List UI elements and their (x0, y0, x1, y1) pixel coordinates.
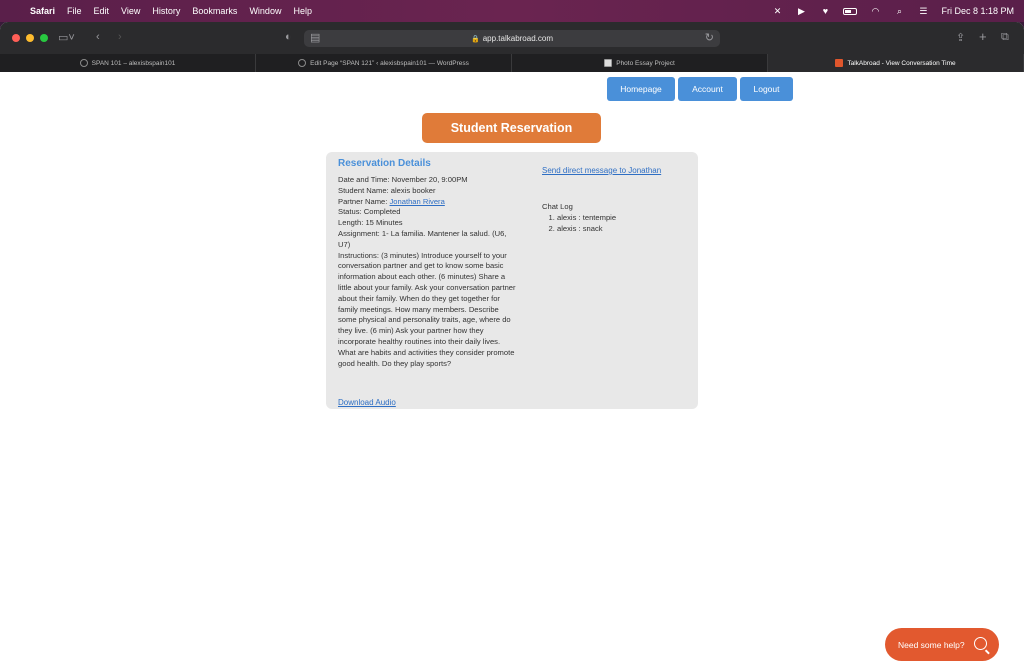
datetime-value: November 20, 9:00PM (391, 175, 468, 184)
download-audio-link[interactable]: Download Audio (338, 398, 396, 407)
heart-icon[interactable]: ♥ (819, 6, 831, 16)
back-arrow-icon[interactable]: ‹ (96, 31, 100, 43)
menu-window[interactable]: Window (249, 6, 289, 16)
tab-overview-icon[interactable]: ⧉ (1001, 31, 1009, 44)
tab-label: Photo Essay Project (616, 59, 675, 67)
reservation-details: Date and Time: November 20, 9:00PM Stude… (338, 175, 516, 369)
forward-arrow-icon[interactable]: › (118, 31, 122, 43)
chat-log-title: Chat Log (542, 202, 573, 211)
length-label: Length: (338, 218, 366, 228)
chat-log-entry: alexis : tentempie (557, 213, 616, 224)
instructions-value: (3 minutes) Introduce yourself to your c… (338, 250, 516, 368)
tab-label: SPAN 101 – alexisbspain101 (91, 59, 176, 67)
tab-span-101[interactable]: SPAN 101 – alexisbspain101 (0, 54, 256, 72)
page-title: Student Reservation (422, 113, 601, 143)
url-text: app.talkabroad.com (482, 34, 553, 43)
lock-icon: 🔒 (471, 36, 480, 43)
partner-name-link[interactable]: Jonathan Rivera (390, 197, 445, 206)
macos-menu-bar: Safari File Edit View History Bookmarks … (0, 0, 1024, 22)
student-name-label: Student Name: (338, 185, 391, 195)
student-name-value: alexis booker (390, 185, 436, 195)
status-value: Completed (363, 207, 401, 217)
menu-help[interactable]: Help (293, 6, 320, 16)
mute-icon[interactable]: ✕ (771, 6, 783, 16)
reservation-card: Reservation Details Date and Time: Novem… (326, 152, 698, 409)
search-icon[interactable]: ⌕ (893, 6, 905, 16)
menu-safari[interactable]: Safari (30, 6, 63, 16)
tab-label: Edit Page “SPAN 121” ‹ alexisbspain101 —… (310, 59, 469, 67)
menu-file[interactable]: File (67, 6, 90, 16)
wifi-icon[interactable]: ◠ (869, 6, 881, 16)
menu-edit[interactable]: Edit (94, 6, 118, 16)
address-bar[interactable]: ▤ 🔒 app.talkabroad.com ↻ (304, 30, 720, 47)
send-message-link[interactable]: Send direct message to Jonathan (542, 166, 661, 175)
tab-talkabroad[interactable]: TalkAbroad - View Conversation Time (768, 54, 1024, 72)
photo-essay-icon (604, 59, 613, 67)
help-search-icon (974, 637, 987, 650)
menu-history[interactable]: History (152, 6, 188, 16)
reservation-details-heading: Reservation Details (338, 158, 431, 169)
zoom-window-button[interactable] (40, 34, 48, 42)
instructions-label: Instructions: (338, 250, 382, 260)
tab-photo-essay[interactable]: Photo Essay Project (512, 54, 768, 72)
play-icon[interactable]: ▶ (795, 6, 807, 16)
chat-log-list: alexis : tentempie alexis : snack (557, 213, 616, 235)
chat-log: Chat Log alexis : tentempie alexis : sna… (542, 202, 616, 234)
wordpress-icon (298, 59, 307, 67)
minimize-window-button[interactable] (26, 34, 34, 42)
menubar-clock[interactable]: Fri Dec 8 1:18 PM (941, 6, 1014, 16)
close-window-button[interactable] (12, 34, 20, 42)
window-controls (12, 34, 48, 42)
account-button[interactable]: Account (678, 77, 737, 101)
privacy-shield-icon[interactable]: ◐ (285, 31, 292, 43)
menu-bookmarks[interactable]: Bookmarks (192, 6, 245, 16)
tab-label: TalkAbroad - View Conversation Time (847, 59, 956, 67)
wordpress-icon (79, 59, 88, 67)
share-icon[interactable]: ⇪ (956, 31, 965, 44)
menu-view[interactable]: View (121, 6, 148, 16)
safari-window: ▭˅ ‹ › ◐ ▤ 🔒 app.talkabroad.com ↻ ⇪ + ⧉ S… (0, 22, 1024, 663)
assignment-label: Assignment: (338, 228, 382, 238)
new-tab-icon[interactable]: + (979, 29, 987, 44)
status-label: Status: (338, 207, 364, 217)
datetime-label: Date and Time: (338, 175, 392, 184)
chat-log-entry: alexis : snack (557, 224, 616, 235)
reader-icon[interactable]: ▤ (310, 30, 320, 47)
page-content: Homepage Account Logout Student Reservat… (0, 72, 1024, 663)
sidebar-toggle-icon[interactable]: ▭˅ (58, 31, 75, 44)
battery-icon[interactable] (843, 7, 858, 15)
talkabroad-icon (835, 59, 844, 67)
tab-edit-page[interactable]: Edit Page “SPAN 121” ‹ alexisbspain101 —… (256, 54, 512, 72)
browser-toolbar: ▭˅ ‹ › ◐ ▤ 🔒 app.talkabroad.com ↻ ⇪ + ⧉ (0, 22, 1024, 54)
help-label: Need some help? (898, 639, 965, 650)
tab-bar: SPAN 101 – alexisbspain101 Edit Page “SP… (0, 54, 1024, 72)
length-value: 15 Minutes (365, 218, 403, 228)
reload-icon[interactable]: ↻ (705, 30, 714, 47)
control-center-icon[interactable]: ☰ (917, 6, 929, 16)
partner-name-label: Partner Name: (338, 196, 390, 206)
logout-button[interactable]: Logout (740, 77, 793, 101)
need-help-button[interactable]: Need some help? (885, 628, 999, 661)
homepage-button[interactable]: Homepage (607, 77, 675, 101)
